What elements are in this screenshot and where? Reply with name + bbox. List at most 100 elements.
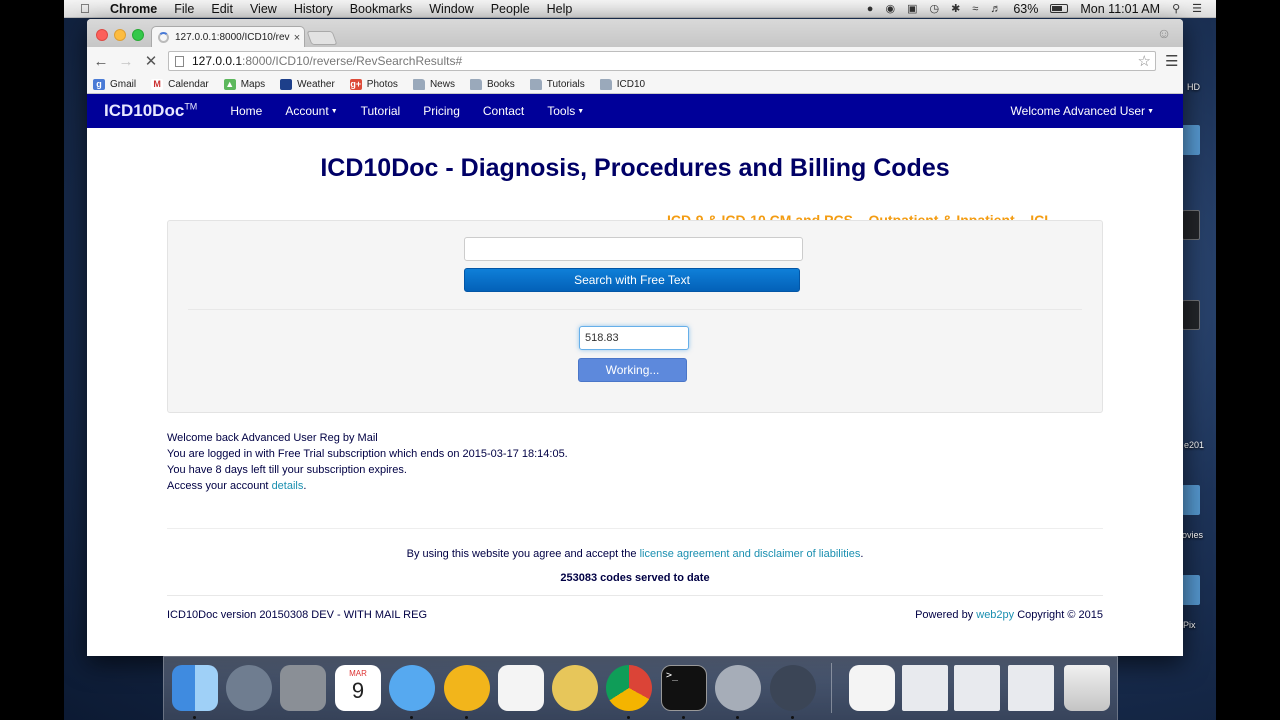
new-tab-button[interactable] [306, 31, 338, 45]
notification-center-icon[interactable]: ☰ [1192, 2, 1202, 15]
desktop-label-e201[interactable]: e201 [1184, 440, 1204, 450]
running-indicator [193, 716, 196, 719]
menu-clock[interactable]: Mon 11:01 AM [1080, 2, 1160, 16]
search-free-text-button[interactable]: Search with Free Text [464, 268, 800, 292]
document-icon[interactable] [849, 665, 895, 711]
bookmark-star-icon[interactable]: ☆ [1138, 52, 1151, 70]
close-window-button[interactable] [96, 29, 108, 41]
desktop-icon[interactable] [1182, 485, 1200, 515]
bookmark-calendar[interactable]: M Calendar [151, 78, 209, 90]
python-launcher-icon[interactable] [552, 665, 598, 711]
desktop-label-pix[interactable]: Pix [1183, 620, 1196, 630]
brand-name: ICD10Doc [104, 101, 185, 120]
desktop-icon[interactable] [1182, 575, 1200, 605]
time-machine-icon[interactable]: ◷ [929, 2, 939, 15]
dock: MAR 9 >_ [163, 656, 1118, 720]
page-title: ICD10Doc - Diagnosis, Procedures and Bil… [320, 154, 950, 182]
apple-icon[interactable]:  [80, 1, 98, 16]
zoom-window-button[interactable] [132, 29, 144, 41]
weather-icon [280, 78, 293, 90]
menu-window[interactable]: Window [429, 2, 473, 16]
account-details-link[interactable]: details [272, 480, 304, 492]
minimized-window-thumbnail[interactable] [1008, 665, 1054, 711]
menu-bookmarks[interactable]: Bookmarks [350, 2, 413, 16]
lock-icon[interactable]: ▣ [907, 2, 917, 15]
textedit-icon[interactable] [498, 665, 544, 711]
calendar-icon[interactable]: MAR 9 [335, 665, 381, 711]
agreement-period: . [860, 548, 864, 560]
terminal-icon[interactable]: >_ [661, 665, 707, 711]
bookmark-label: ICD10 [616, 78, 646, 90]
menu-help[interactable]: Help [547, 2, 573, 16]
minimized-window-thumbnail[interactable] [902, 665, 948, 711]
record-icon[interactable]: ◉ [885, 2, 895, 15]
bookmark-label: Calendar [168, 78, 209, 90]
free-text-search-input[interactable] [464, 237, 803, 261]
battery-icon[interactable] [1050, 4, 1069, 13]
nav-contact[interactable]: Contact [483, 104, 524, 118]
nav-pricing[interactable]: Pricing [423, 104, 460, 118]
web2py-link[interactable]: web2py [976, 609, 1014, 621]
spotlight-search-icon[interactable]: ⚲ [1172, 2, 1180, 15]
desktop-label-hd[interactable]: HD [1187, 82, 1200, 92]
codes-served-counter: 253083 codes served to date [560, 572, 710, 584]
minimized-window-thumbnail[interactable] [954, 665, 1000, 711]
back-icon[interactable]: ← [90, 53, 112, 70]
menu-edit[interactable]: Edit [211, 2, 233, 16]
agreement-text: By using this website you agree and acce… [406, 548, 640, 560]
notification-icon[interactable]: ● [867, 3, 874, 15]
desktop-icon[interactable] [1182, 300, 1200, 330]
menu-history[interactable]: History [294, 2, 333, 16]
status-area: ● ◉ ▣ ◷ ✱ ≈ ♬ 63% Mon 11:01 AM ⚲ ☰ [867, 2, 1216, 16]
menu-people[interactable]: People [491, 2, 530, 16]
nav-account[interactable]: Account ▼ [285, 104, 337, 118]
menu-app-chrome[interactable]: Chrome [110, 2, 157, 16]
site-brand[interactable]: ICD10DocTM [104, 101, 197, 121]
trash-icon[interactable] [1064, 665, 1110, 711]
volume-icon[interactable]: ♬ [990, 3, 1001, 15]
desktop-icon[interactable] [1182, 210, 1200, 240]
profile-icon[interactable]: ☺ [1153, 25, 1175, 43]
rocket-icon[interactable] [715, 665, 761, 711]
working-button[interactable]: Working... [578, 358, 687, 382]
folder-icon [529, 78, 542, 90]
menu-view[interactable]: View [250, 2, 277, 16]
nav-account-label: Account [285, 104, 329, 118]
forward-icon[interactable]: → [115, 53, 137, 70]
tab-active[interactable]: 127.0.0.1:8000/ICD10/reve × [151, 26, 305, 48]
bookmark-weather[interactable]: Weather [280, 78, 335, 90]
bookmark-photos[interactable]: g+ Photos [349, 78, 398, 90]
bookmark-books[interactable]: Books [469, 78, 515, 90]
battery-percent[interactable]: 63% [1013, 2, 1038, 16]
code-search-input[interactable]: 518.83 [579, 326, 689, 350]
tab-close-icon[interactable]: × [290, 32, 304, 44]
desktop-label-ovies[interactable]: ovies [1182, 530, 1203, 540]
bookmark-gmail[interactable]: g Gmail [93, 78, 136, 90]
nav-user-menu[interactable]: Welcome Advanced User ▼ [1011, 104, 1154, 118]
address-bar[interactable]: 127.0.0.1:8000/ICD10/reverse/RevSearchRe… [168, 51, 1156, 71]
desktop-icon[interactable] [1182, 125, 1200, 155]
menu-file[interactable]: File [174, 2, 194, 16]
bluetooth-icon[interactable]: ✱ [951, 2, 960, 15]
bookmark-maps[interactable]: ▲ Maps [223, 78, 265, 90]
launchpad-icon[interactable] [226, 665, 272, 711]
license-agreement-link[interactable]: license agreement and disclaimer of liab… [640, 548, 861, 560]
bookmark-news[interactable]: News [412, 78, 455, 90]
running-indicator [736, 716, 739, 719]
account-text: Access your account [167, 480, 272, 492]
finder-icon[interactable] [172, 665, 218, 711]
stop-icon[interactable]: ✕ [140, 52, 162, 70]
nav-tutorial[interactable]: Tutorial [361, 104, 401, 118]
minimize-window-button[interactable] [114, 29, 126, 41]
nav-tools[interactable]: Tools ▼ [547, 104, 584, 118]
system-preferences-icon[interactable] [280, 665, 326, 711]
bookmark-tutorials[interactable]: Tutorials [529, 78, 585, 90]
nav-home[interactable]: Home [230, 104, 262, 118]
outlook-icon[interactable] [444, 665, 490, 711]
chrome-menu-icon[interactable]: ☰ [1165, 52, 1178, 70]
wifi-icon[interactable]: ≈ [972, 3, 978, 15]
chrome-icon[interactable] [606, 665, 652, 711]
quicktime-icon[interactable] [770, 665, 816, 711]
bookmark-icd10[interactable]: ICD10 [599, 78, 646, 90]
messages-icon[interactable] [389, 665, 435, 711]
